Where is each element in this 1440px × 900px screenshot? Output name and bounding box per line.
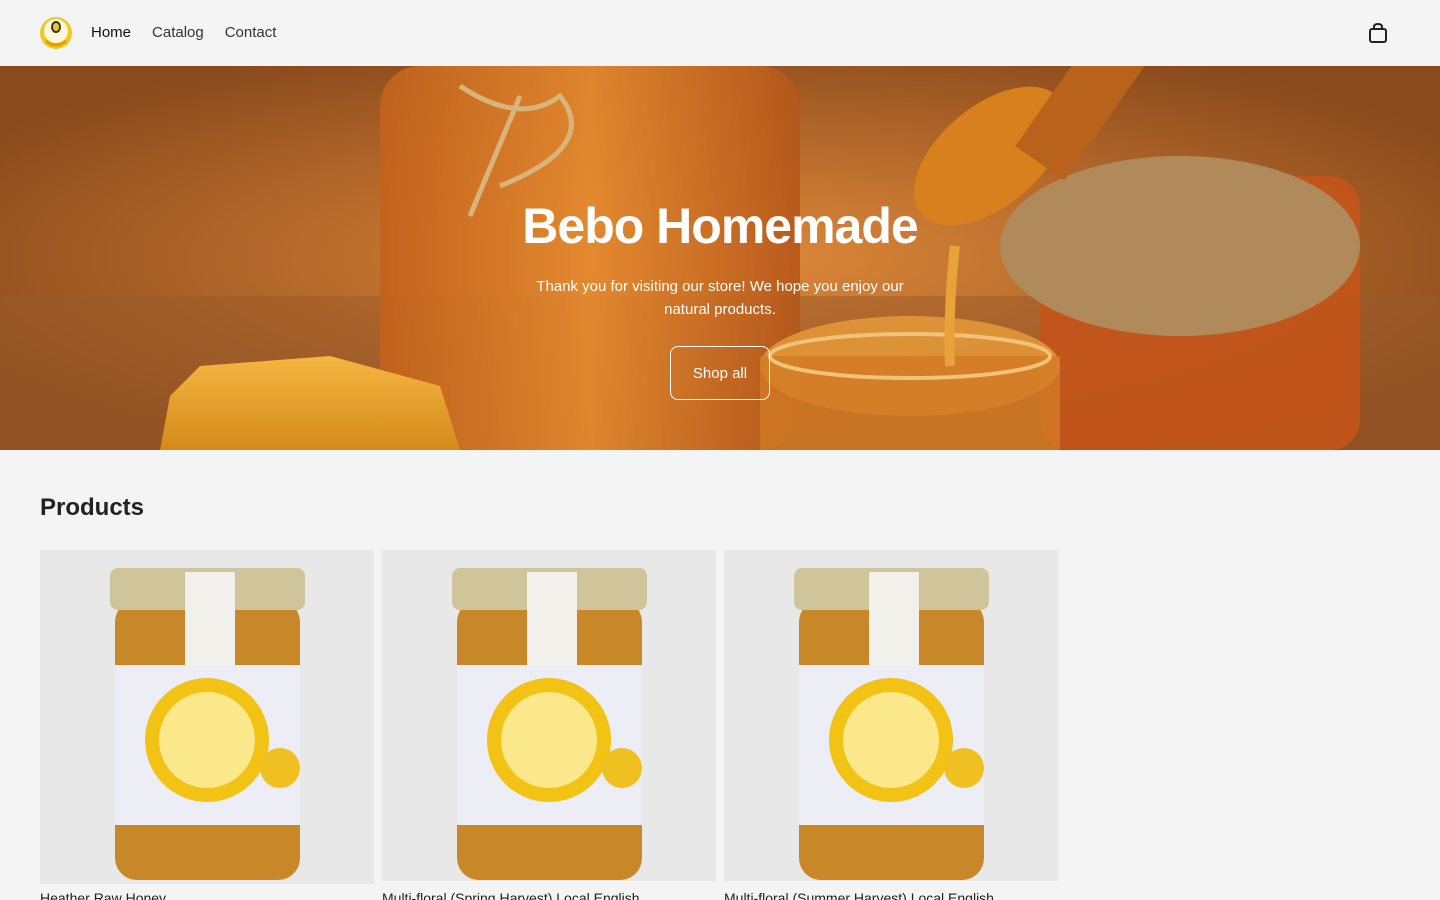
honey-jar-image	[724, 550, 1058, 881]
hero-banner: Bebo Homemade Thank you for visiting our…	[0, 66, 1440, 450]
main-nav: Home Catalog Contact	[91, 23, 297, 43]
hero-subtitle: Thank you for visiting our store! We hop…	[536, 278, 904, 318]
product-name[interactable]: Multi-floral (Summer Harvest) Local Engl…	[724, 890, 994, 900]
honey-jar-image	[40, 550, 374, 884]
hero-title: Bebo Homemade	[522, 198, 918, 254]
cart-icon[interactable]	[1366, 22, 1390, 44]
nav-contact[interactable]: Contact	[225, 23, 277, 43]
products-title: Products	[40, 494, 145, 521]
product-name[interactable]: Heather Raw Honey	[40, 890, 166, 900]
product-card[interactable]: Heather Raw Honey	[40, 550, 374, 900]
product-card[interactable]: Multi-floral (Summer Harvest) Local Engl…	[724, 550, 1058, 900]
product-name[interactable]: Multi-floral (Spring Harvest) Local Engl…	[382, 890, 640, 900]
honey-jar-image	[382, 550, 716, 881]
site-header: Home Catalog Contact	[0, 0, 1440, 66]
product-image[interactable]	[382, 550, 716, 881]
product-grid: Heather Raw Honey Multi-floral (Spring H…	[40, 550, 1058, 900]
shop-all-button[interactable]: Shop all	[670, 346, 770, 400]
nav-catalog[interactable]: Catalog	[152, 23, 204, 43]
nav-home[interactable]: Home	[91, 23, 131, 43]
product-image[interactable]	[40, 550, 374, 884]
product-card[interactable]: Multi-floral (Spring Harvest) Local Engl…	[382, 550, 716, 900]
bee-logo-icon[interactable]	[38, 13, 74, 53]
product-image[interactable]	[724, 550, 1058, 881]
